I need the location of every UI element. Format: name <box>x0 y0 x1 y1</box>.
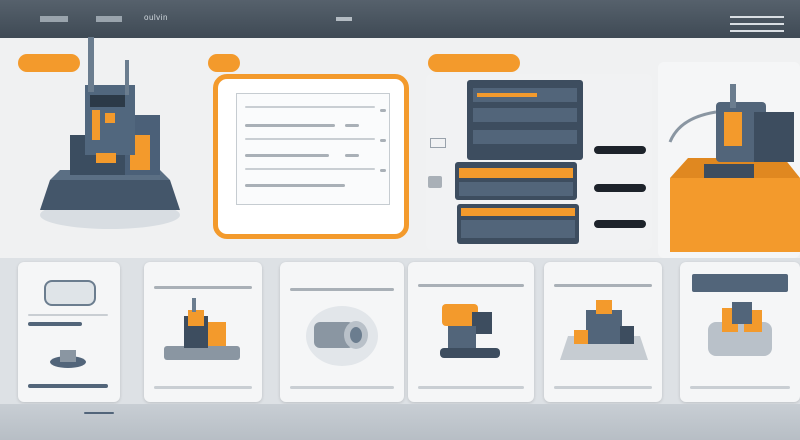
brand-mark-1 <box>40 16 68 22</box>
document-icon[interactable] <box>430 138 446 148</box>
card-header-bar <box>692 274 788 292</box>
results-table <box>236 93 390 205</box>
hamburger-icon[interactable] <box>730 16 784 37</box>
spec-line-1 <box>594 146 646 154</box>
row-action-icon[interactable] <box>380 169 386 172</box>
product-illustration <box>708 302 772 356</box>
footer-link[interactable] <box>84 412 114 414</box>
bucket-icon[interactable] <box>428 176 442 188</box>
cabinet-panel-pill[interactable] <box>428 54 520 72</box>
category-label <box>28 322 82 326</box>
product-list-card[interactable] <box>18 262 120 402</box>
row-action-icon[interactable] <box>380 139 386 142</box>
product-illustration <box>560 300 648 360</box>
cnc-machine-illustration <box>40 37 180 229</box>
spec-line-3 <box>594 220 646 228</box>
category-icon <box>44 280 96 306</box>
center-label <box>336 17 352 21</box>
row-action-icon[interactable] <box>380 109 386 112</box>
product-card[interactable] <box>280 262 404 402</box>
footer-bar <box>0 404 800 440</box>
brand-mark-2 <box>96 16 122 22</box>
product-illustration <box>440 304 500 358</box>
product-card[interactable] <box>408 262 534 402</box>
category-label <box>28 384 108 388</box>
product-illustration <box>306 306 378 366</box>
spindle-unit-illustration <box>668 84 800 252</box>
spec-line-2 <box>594 184 646 192</box>
product-card[interactable] <box>544 262 662 402</box>
top-bar: oulvin <box>0 0 800 38</box>
product-illustration <box>164 298 240 360</box>
product-card[interactable] <box>144 262 262 402</box>
app-title[interactable]: oulvin <box>144 14 168 22</box>
product-card[interactable] <box>680 262 800 402</box>
product-thumb-icon <box>50 350 86 368</box>
search-results-panel <box>213 74 409 239</box>
tool-cabinet-illustration <box>455 80 583 244</box>
search-pill[interactable] <box>208 54 240 72</box>
